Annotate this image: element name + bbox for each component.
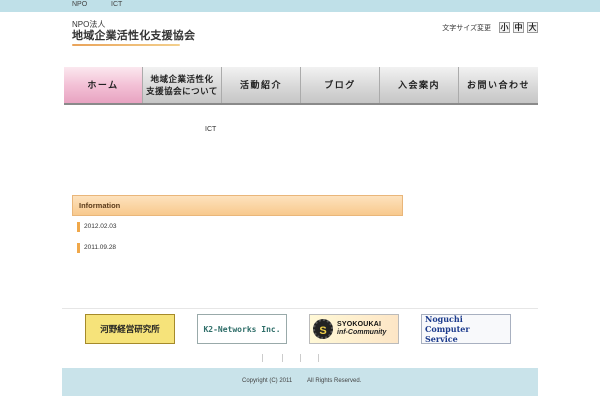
nav-item-activities[interactable]: 活動紹介 — [222, 67, 301, 103]
nav-item-blog[interactable]: ブログ — [301, 67, 380, 103]
banner-syokoukai-line1: SYOKOUKAI — [337, 321, 382, 328]
gear-icon: S — [313, 319, 333, 339]
footer-link[interactable] — [245, 354, 263, 362]
main-text: ICT — [205, 126, 217, 133]
logo-title: 地域企業活性化支援協会 — [72, 30, 196, 42]
footer-links — [245, 354, 319, 362]
nav-item-membership[interactable]: 入会案内 — [380, 67, 459, 103]
font-size-label: 文字サイズ変更 — [442, 24, 491, 32]
font-size-small-button[interactable]: 小 — [499, 22, 510, 33]
footer-link[interactable] — [283, 354, 301, 362]
divider — [62, 308, 538, 309]
nav-item-home[interactable]: ホーム — [64, 67, 143, 103]
banner-noguchi[interactable]: Noguchi Computer Service — [421, 314, 511, 344]
nav-item-about[interactable]: 地域企業活性化 支援協会について — [143, 67, 222, 103]
banner-noguchi-line1: Noguchi Computer — [425, 314, 470, 334]
footer-link[interactable] — [263, 354, 283, 362]
font-size-large-button[interactable]: 大 — [527, 22, 538, 33]
nav-item-contact[interactable]: お問い合わせ — [459, 67, 538, 103]
banner-kono[interactable]: 河野経営研究所 — [85, 314, 175, 344]
information-date[interactable]: 2011.09.28 — [77, 243, 116, 253]
banner-syokoukai-text: SYOKOUKAI inf-Community — [337, 321, 386, 337]
font-size-switcher: 文字サイズ変更 小 中 大 — [442, 22, 538, 33]
top-link-npo[interactable]: NPO — [72, 1, 87, 8]
global-nav: ホーム 地域企業活性化 支援協会について 活動紹介 ブログ 入会案内 お問い合わ… — [64, 67, 538, 105]
banner-syokoukai[interactable]: S SYOKOUKAI inf-Community — [309, 314, 399, 344]
information-date[interactable]: 2012.02.03 — [77, 222, 117, 232]
banner-noguchi-line2: Service — [425, 334, 458, 344]
information-header: Information — [72, 195, 403, 216]
top-link-ict[interactable]: ICT — [111, 1, 122, 8]
footer-rights: All Rights Reserved. — [307, 378, 362, 384]
footer-copyright: Copyright (C) 2011 — [242, 378, 293, 384]
footer-link[interactable] — [301, 354, 319, 362]
site-logo[interactable]: NPO法人 地域企業活性化支援協会 — [72, 20, 195, 46]
site-footer: Copyright (C) 2011 All Rights Reserved. — [62, 368, 538, 396]
logo-subtitle: NPO法人 — [72, 20, 106, 29]
banner-syokoukai-line2: inf-Community — [337, 329, 387, 336]
banner-k2-networks[interactable]: K2-Networks Inc. — [197, 314, 287, 344]
font-size-medium-button[interactable]: 中 — [513, 22, 524, 33]
logo-underline — [72, 44, 180, 46]
top-bar: NPO ICT — [0, 0, 600, 12]
